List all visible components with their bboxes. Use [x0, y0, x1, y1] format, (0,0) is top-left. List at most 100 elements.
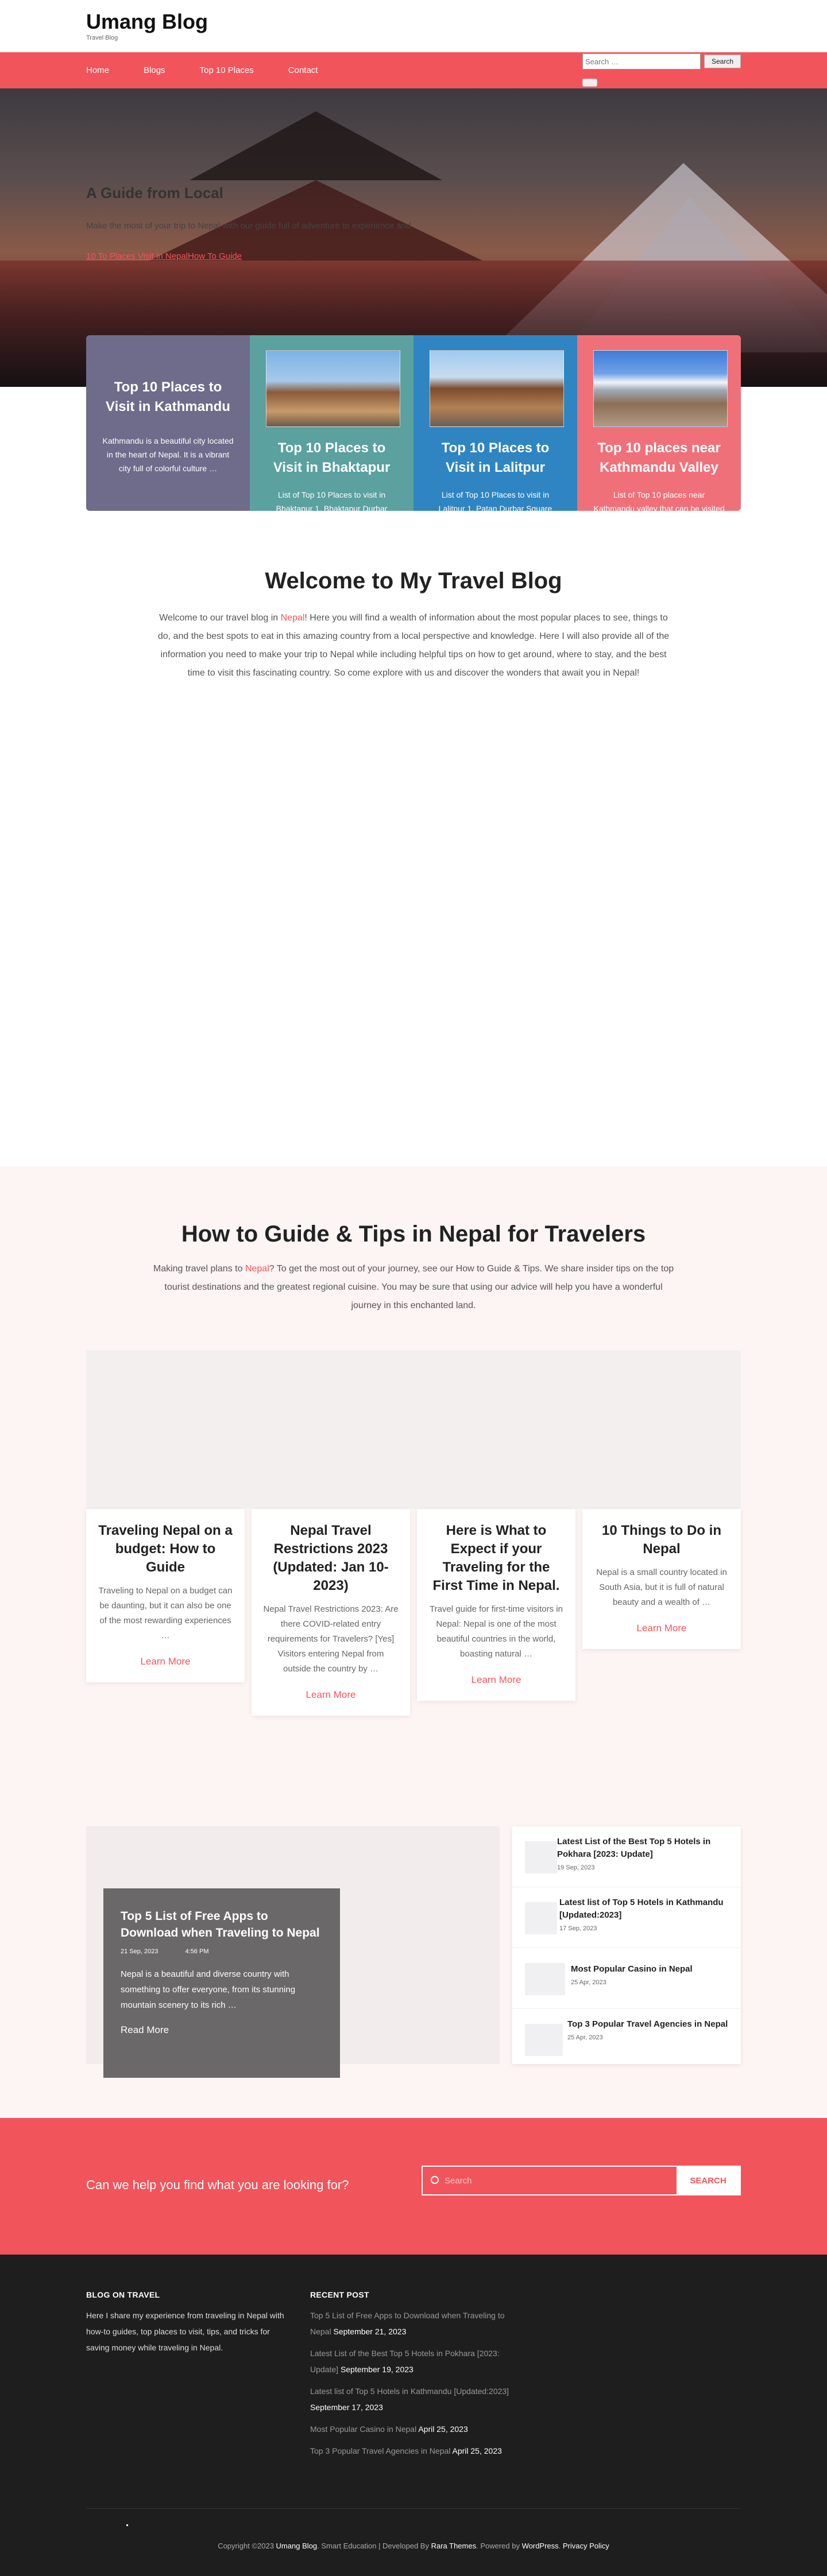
nav-search-button[interactable]: Search	[704, 55, 741, 68]
recent-post-item: Latest list of Top 5 Hotels in Kathmandu…	[310, 2383, 517, 2415]
wordpress-link[interactable]: WordPress	[522, 2542, 559, 2550]
footer-dot	[126, 2524, 128, 2526]
main-nav: Home Blogs Top 10 Places Contact Search	[0, 52, 827, 88]
recent-post-item: Top 5 List of Free Apps to Download when…	[310, 2307, 517, 2340]
nav-toggle-button[interactable]	[582, 79, 597, 87]
nav-links: Home Blogs Top 10 Places Contact	[86, 52, 352, 88]
developer-link[interactable]: Rara Themes	[431, 2542, 477, 2550]
recent-post-item: Latest List of the Best Top 5 Hotels in …	[310, 2345, 517, 2377]
search-cta-section: Can we help you find what you are lookin…	[0, 2118, 827, 2255]
feature-card-image[interactable]	[430, 350, 564, 427]
feature-card-kathmandu-valley[interactable]: Top 10 places near Kathmandu Valley List…	[577, 335, 741, 511]
recent-post-date: September 19, 2023	[340, 2365, 413, 2374]
guide-title: How to Guide & Tips in Nepal for Travele…	[181, 1221, 646, 1247]
cta-search-form: SEARCH	[422, 2166, 741, 2195]
side-post-date: 17 Sep, 2023	[559, 1925, 597, 1932]
side-post-thumbnail[interactable]	[525, 1841, 557, 1873]
featured-post-time: 4:56 PM	[185, 1948, 209, 1955]
privacy-policy-link[interactable]: Privacy Policy	[563, 2542, 609, 2550]
feature-card-image[interactable]	[266, 350, 400, 427]
featured-posts-section: Top 5 List of Free Apps to Download when…	[0, 1826, 827, 2078]
cta-text: Can we help you find what you are lookin…	[86, 2178, 349, 2192]
welcome-title: Welcome to My Travel Blog	[265, 568, 562, 593]
copyright-prefix: Copyright ©2023	[218, 2542, 276, 2550]
recent-post-date: April 25, 2023	[452, 2446, 502, 2455]
copyright-site-link[interactable]: Umang Blog	[276, 2542, 318, 2550]
guide-card-excerpt: Nepal Travel Restrictions 2023: Are ther…	[263, 1604, 399, 1674]
feature-card-title[interactable]: Top 10 Places to Visit in Lalitpur	[430, 439, 561, 478]
guide-card: Traveling Nepal on a budget: How to Guid…	[86, 1509, 245, 1682]
recent-post-link[interactable]: Top 3 Popular Travel Agencies in Nepal	[310, 2446, 450, 2455]
copyright-text: . Smart Education | Developed By	[317, 2542, 431, 2550]
feature-card-title[interactable]: Top 10 Places to Visit in Bhaktapur	[266, 439, 397, 478]
nav-search-input[interactable]	[582, 53, 701, 69]
guide-card: Here is What to Expect if your Traveling…	[417, 1509, 575, 1701]
featured-post-meta: 21 Sep, 2023 4:56 PM	[121, 1948, 323, 1955]
side-post-title[interactable]: Latest List of the Best Top 5 Hotels in …	[557, 1836, 731, 1861]
read-more-link[interactable]: Read More	[121, 2024, 323, 2036]
side-post-thumbnail[interactable]	[525, 1902, 557, 1934]
footer-recent-title: RECENT POST	[310, 2290, 369, 2299]
featured-post-title[interactable]: Top 5 List of Free Apps to Download when…	[121, 1908, 323, 1941]
recent-post-link[interactable]: Most Popular Casino in Nepal	[310, 2424, 416, 2434]
feature-cards: Top 10 Places to Visit in Kathmandu Kath…	[86, 335, 741, 511]
footer-recent-posts: RECENT POST Top 5 List of Free Apps to D…	[310, 2290, 517, 2465]
feature-card-kathmandu[interactable]: Top 10 Places to Visit in Kathmandu Kath…	[86, 335, 250, 511]
learn-more-link[interactable]: Learn More	[594, 1623, 729, 1634]
recent-post-list: Top 5 List of Free Apps to Download when…	[310, 2307, 517, 2459]
nepal-link[interactable]: Nepal	[281, 613, 305, 623]
guide-card-title[interactable]: 10 Things to Do in Nepal	[594, 1522, 729, 1558]
guide-image-area	[86, 1351, 741, 1509]
feature-card-image[interactable]	[593, 350, 728, 427]
nepal-link[interactable]: Nepal	[245, 1264, 269, 1274]
feature-card-text: Kathmandu is a beautiful city located in…	[102, 436, 234, 473]
side-post-title[interactable]: Most Popular Casino in Nepal	[571, 1963, 731, 1976]
guide-card-title[interactable]: Here is What to Expect if your Traveling…	[428, 1522, 564, 1595]
side-post-title[interactable]: Top 3 Popular Travel Agencies in Nepal	[567, 2018, 731, 2031]
guide-card-title[interactable]: Nepal Travel Restrictions 2023 (Updated:…	[263, 1522, 399, 1595]
nav-item-blogs[interactable]: Blogs	[144, 65, 165, 75]
side-post-thumbnail[interactable]	[525, 1963, 565, 1995]
side-post-item: Most Popular Casino in Nepal 25 Apr, 202…	[512, 1948, 741, 2009]
guide-card-title[interactable]: Traveling Nepal on a budget: How to Guid…	[98, 1522, 233, 1577]
cta-search-input[interactable]	[445, 2167, 663, 2194]
featured-post-excerpt: Nepal is a beautiful and diverse country…	[121, 1969, 296, 2010]
side-posts-list: Latest List of the Best Top 5 Hotels in …	[512, 1826, 741, 2064]
learn-more-link[interactable]: Learn More	[263, 1689, 399, 1701]
guide-card: Nepal Travel Restrictions 2023 (Updated:…	[252, 1509, 410, 1716]
learn-more-link[interactable]: Learn More	[428, 1674, 564, 1686]
search-icon	[431, 2176, 439, 2184]
recent-post-item: Top 3 Popular Travel Agencies in Nepal A…	[310, 2443, 517, 2459]
feature-card-lalitpur[interactable]: Top 10 Places to Visit in Lalitpur List …	[413, 335, 577, 511]
nav-item-top-10-places[interactable]: Top 10 Places	[200, 65, 254, 75]
side-post-title[interactable]: Latest list of Top 5 Hotels in Kathmandu…	[559, 1896, 731, 1922]
side-post-item: Latest list of Top 5 Hotels in Kathmandu…	[512, 1887, 741, 1948]
guide-card: 10 Things to Do in Nepal Nepal is a smal…	[582, 1509, 741, 1649]
cta-search-field	[423, 2167, 677, 2194]
hero-pagoda-shape	[190, 111, 442, 180]
hero-body: Make the most of your trip to Nepal with…	[86, 221, 411, 231]
guide-section: How to Guide & Tips in Nepal for Travele…	[0, 1166, 827, 2118]
nav-item-contact[interactable]: Contact	[288, 65, 318, 75]
site-title[interactable]: Umang Blog	[86, 10, 741, 33]
learn-more-link[interactable]: Learn More	[98, 1656, 233, 1667]
site-header: Umang Blog Travel Blog	[0, 0, 827, 52]
guide-card-excerpt: Nepal is a small country located in Sout…	[596, 1568, 727, 1607]
site-tagline: Travel Blog	[86, 34, 118, 41]
feature-card-title[interactable]: Top 10 Places to Visit in Kathmandu	[102, 378, 234, 417]
hero-link[interactable]: 10 To Places Visit in NepalHow To Guide	[86, 251, 454, 261]
guide-intro: Making travel plans to Nepal? To get the…	[152, 1260, 675, 1315]
cta-search-button[interactable]: SEARCH	[677, 2167, 740, 2194]
side-post-thumbnail[interactable]	[525, 2024, 563, 2056]
recent-post-link[interactable]: Latest list of Top 5 Hotels in Kathmandu…	[310, 2387, 509, 2396]
copyright-bar: Copyright ©2023 Umang Blog. Smart Educat…	[86, 2542, 741, 2550]
feature-card-bhaktapur[interactable]: Top 10 Places to Visit in Bhaktapur List…	[250, 335, 413, 511]
hero-title: A Guide from Local	[86, 184, 223, 201]
featured-post-image[interactable]: Top 5 List of Free Apps to Download when…	[86, 1826, 500, 2078]
nav-item-home[interactable]: Home	[86, 65, 109, 75]
footer-about-title: BLOG ON TRAVEL	[86, 2290, 160, 2299]
footer-divider	[86, 2508, 741, 2509]
footer-about-text: Here I share my experience from travelin…	[86, 2311, 284, 2352]
feature-card-title[interactable]: Top 10 places near Kathmandu Valley	[593, 439, 725, 478]
feature-card-text: List of Top 10 Places to visit in Lalitp…	[438, 490, 552, 511]
